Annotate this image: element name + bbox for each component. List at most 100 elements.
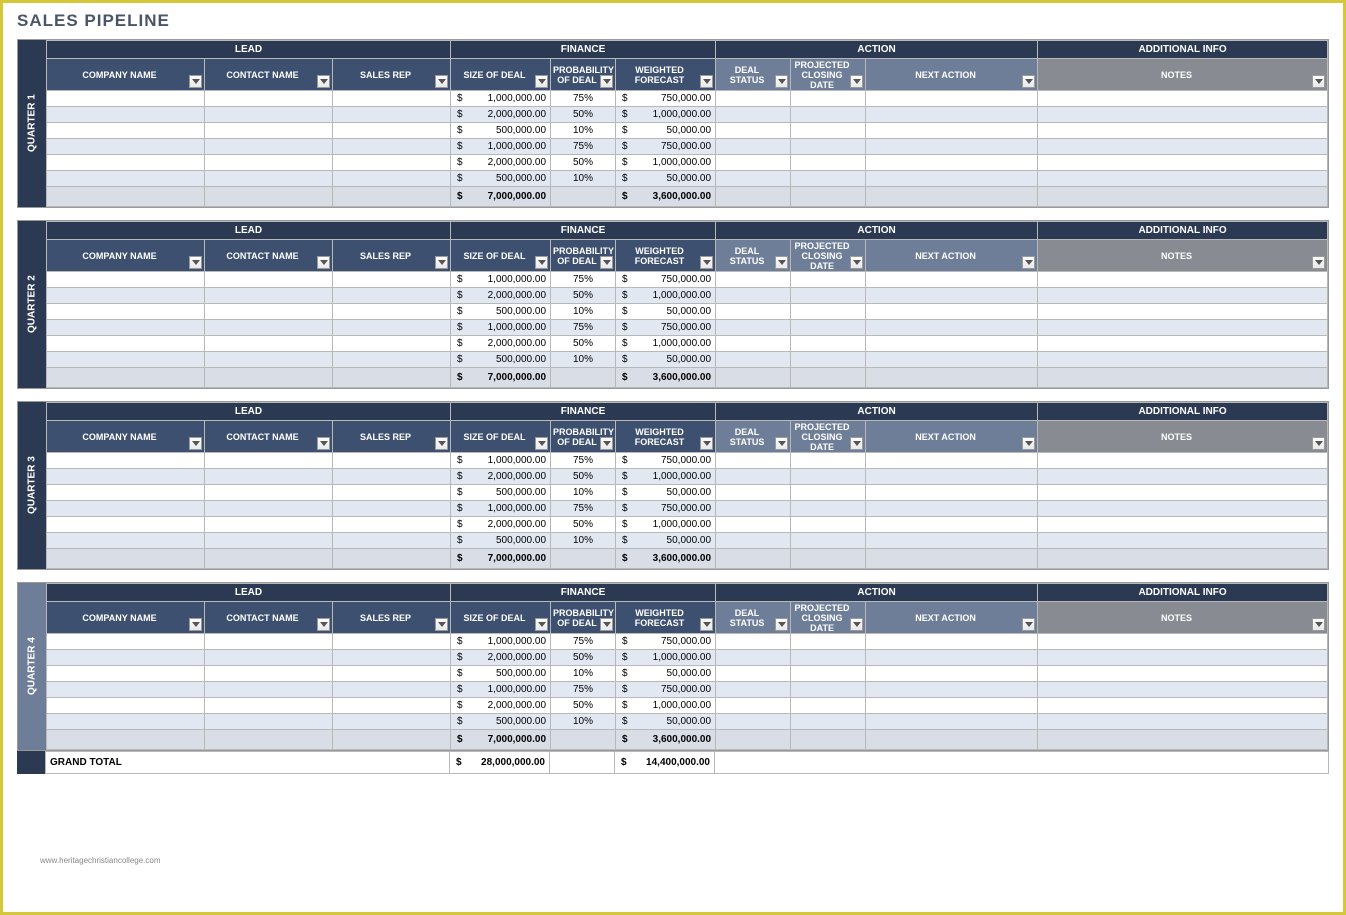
- table-row[interactable]: $2,000,000.00 50% $1,000,000.00: [47, 107, 1328, 123]
- cell-closing[interactable]: [791, 288, 866, 304]
- cell-closing[interactable]: [791, 517, 866, 533]
- cell-notes[interactable]: [1038, 682, 1328, 698]
- cell-status[interactable]: [716, 650, 791, 666]
- cell-next[interactable]: [866, 304, 1038, 320]
- table-row[interactable]: $500,000.00 10% $50,000.00: [47, 666, 1328, 682]
- filter-dropdown-icon[interactable]: [535, 618, 548, 631]
- filter-dropdown-icon[interactable]: [600, 437, 613, 450]
- filter-dropdown-icon[interactable]: [700, 618, 713, 631]
- cell-company[interactable]: [47, 453, 205, 469]
- cell-size[interactable]: $500,000.00: [451, 485, 551, 501]
- table-row[interactable]: $1,000,000.00 75% $750,000.00: [47, 682, 1328, 698]
- table-row[interactable]: $2,000,000.00 50% $1,000,000.00: [47, 336, 1328, 352]
- cell-notes[interactable]: [1038, 304, 1328, 320]
- cell-company[interactable]: [47, 155, 205, 171]
- cell-salesrep[interactable]: [333, 171, 451, 187]
- cell-forecast[interactable]: $50,000.00: [616, 171, 716, 187]
- cell-forecast[interactable]: $750,000.00: [616, 634, 716, 650]
- filter-dropdown-icon[interactable]: [435, 437, 448, 450]
- table-row[interactable]: $2,000,000.00 50% $1,000,000.00: [47, 288, 1328, 304]
- cell-salesrep[interactable]: [333, 139, 451, 155]
- table-row[interactable]: $1,000,000.00 75% $750,000.00: [47, 501, 1328, 517]
- cell-size[interactable]: $2,000,000.00: [451, 698, 551, 714]
- filter-dropdown-icon[interactable]: [775, 75, 788, 88]
- filter-dropdown-icon[interactable]: [435, 75, 448, 88]
- cell-status[interactable]: [716, 533, 791, 549]
- filter-dropdown-icon[interactable]: [700, 75, 713, 88]
- cell-next[interactable]: [866, 533, 1038, 549]
- cell-company[interactable]: [47, 304, 205, 320]
- cell-contact[interactable]: [205, 469, 333, 485]
- cell-closing[interactable]: [791, 634, 866, 650]
- cell-forecast[interactable]: $1,000,000.00: [616, 155, 716, 171]
- filter-dropdown-icon[interactable]: [850, 618, 863, 631]
- filter-dropdown-icon[interactable]: [535, 75, 548, 88]
- cell-salesrep[interactable]: [333, 155, 451, 171]
- cell-closing[interactable]: [791, 155, 866, 171]
- cell-salesrep[interactable]: [333, 469, 451, 485]
- cell-notes[interactable]: [1038, 517, 1328, 533]
- cell-contact[interactable]: [205, 650, 333, 666]
- cell-notes[interactable]: [1038, 171, 1328, 187]
- cell-next[interactable]: [866, 320, 1038, 336]
- cell-status[interactable]: [716, 304, 791, 320]
- cell-prob[interactable]: 50%: [551, 107, 616, 123]
- cell-closing[interactable]: [791, 171, 866, 187]
- table-row[interactable]: $500,000.00 10% $50,000.00: [47, 171, 1328, 187]
- cell-next[interactable]: [866, 91, 1038, 107]
- cell-company[interactable]: [47, 650, 205, 666]
- cell-company[interactable]: [47, 336, 205, 352]
- cell-forecast[interactable]: $750,000.00: [616, 320, 716, 336]
- cell-status[interactable]: [716, 123, 791, 139]
- cell-prob[interactable]: 50%: [551, 469, 616, 485]
- cell-next[interactable]: [866, 714, 1038, 730]
- cell-company[interactable]: [47, 533, 205, 549]
- cell-contact[interactable]: [205, 666, 333, 682]
- cell-size[interactable]: $500,000.00: [451, 666, 551, 682]
- cell-company[interactable]: [47, 320, 205, 336]
- cell-size[interactable]: $1,000,000.00: [451, 501, 551, 517]
- cell-closing[interactable]: [791, 698, 866, 714]
- cell-closing[interactable]: [791, 501, 866, 517]
- cell-prob[interactable]: 75%: [551, 453, 616, 469]
- filter-dropdown-icon[interactable]: [600, 256, 613, 269]
- cell-size[interactable]: $1,000,000.00: [451, 634, 551, 650]
- cell-size[interactable]: $500,000.00: [451, 171, 551, 187]
- cell-salesrep[interactable]: [333, 453, 451, 469]
- cell-salesrep[interactable]: [333, 91, 451, 107]
- cell-next[interactable]: [866, 634, 1038, 650]
- cell-closing[interactable]: [791, 650, 866, 666]
- cell-prob[interactable]: 10%: [551, 485, 616, 501]
- cell-notes[interactable]: [1038, 634, 1328, 650]
- cell-prob[interactable]: 75%: [551, 91, 616, 107]
- table-row[interactable]: $500,000.00 10% $50,000.00: [47, 533, 1328, 549]
- cell-forecast[interactable]: $750,000.00: [616, 453, 716, 469]
- cell-company[interactable]: [47, 698, 205, 714]
- cell-size[interactable]: $1,000,000.00: [451, 139, 551, 155]
- cell-notes[interactable]: [1038, 107, 1328, 123]
- cell-forecast[interactable]: $50,000.00: [616, 485, 716, 501]
- cell-company[interactable]: [47, 634, 205, 650]
- filter-dropdown-icon[interactable]: [850, 256, 863, 269]
- cell-contact[interactable]: [205, 155, 333, 171]
- cell-company[interactable]: [47, 123, 205, 139]
- cell-size[interactable]: $1,000,000.00: [451, 91, 551, 107]
- table-row[interactable]: $500,000.00 10% $50,000.00: [47, 352, 1328, 368]
- cell-prob[interactable]: 50%: [551, 650, 616, 666]
- filter-dropdown-icon[interactable]: [1022, 256, 1035, 269]
- cell-company[interactable]: [47, 139, 205, 155]
- cell-contact[interactable]: [205, 485, 333, 501]
- cell-size[interactable]: $2,000,000.00: [451, 650, 551, 666]
- cell-status[interactable]: [716, 139, 791, 155]
- cell-forecast[interactable]: $1,000,000.00: [616, 698, 716, 714]
- cell-status[interactable]: [716, 682, 791, 698]
- table-row[interactable]: $1,000,000.00 75% $750,000.00: [47, 453, 1328, 469]
- cell-prob[interactable]: 75%: [551, 634, 616, 650]
- cell-forecast[interactable]: $750,000.00: [616, 501, 716, 517]
- cell-notes[interactable]: [1038, 272, 1328, 288]
- cell-status[interactable]: [716, 501, 791, 517]
- filter-dropdown-icon[interactable]: [317, 437, 330, 450]
- cell-next[interactable]: [866, 171, 1038, 187]
- cell-status[interactable]: [716, 517, 791, 533]
- cell-notes[interactable]: [1038, 666, 1328, 682]
